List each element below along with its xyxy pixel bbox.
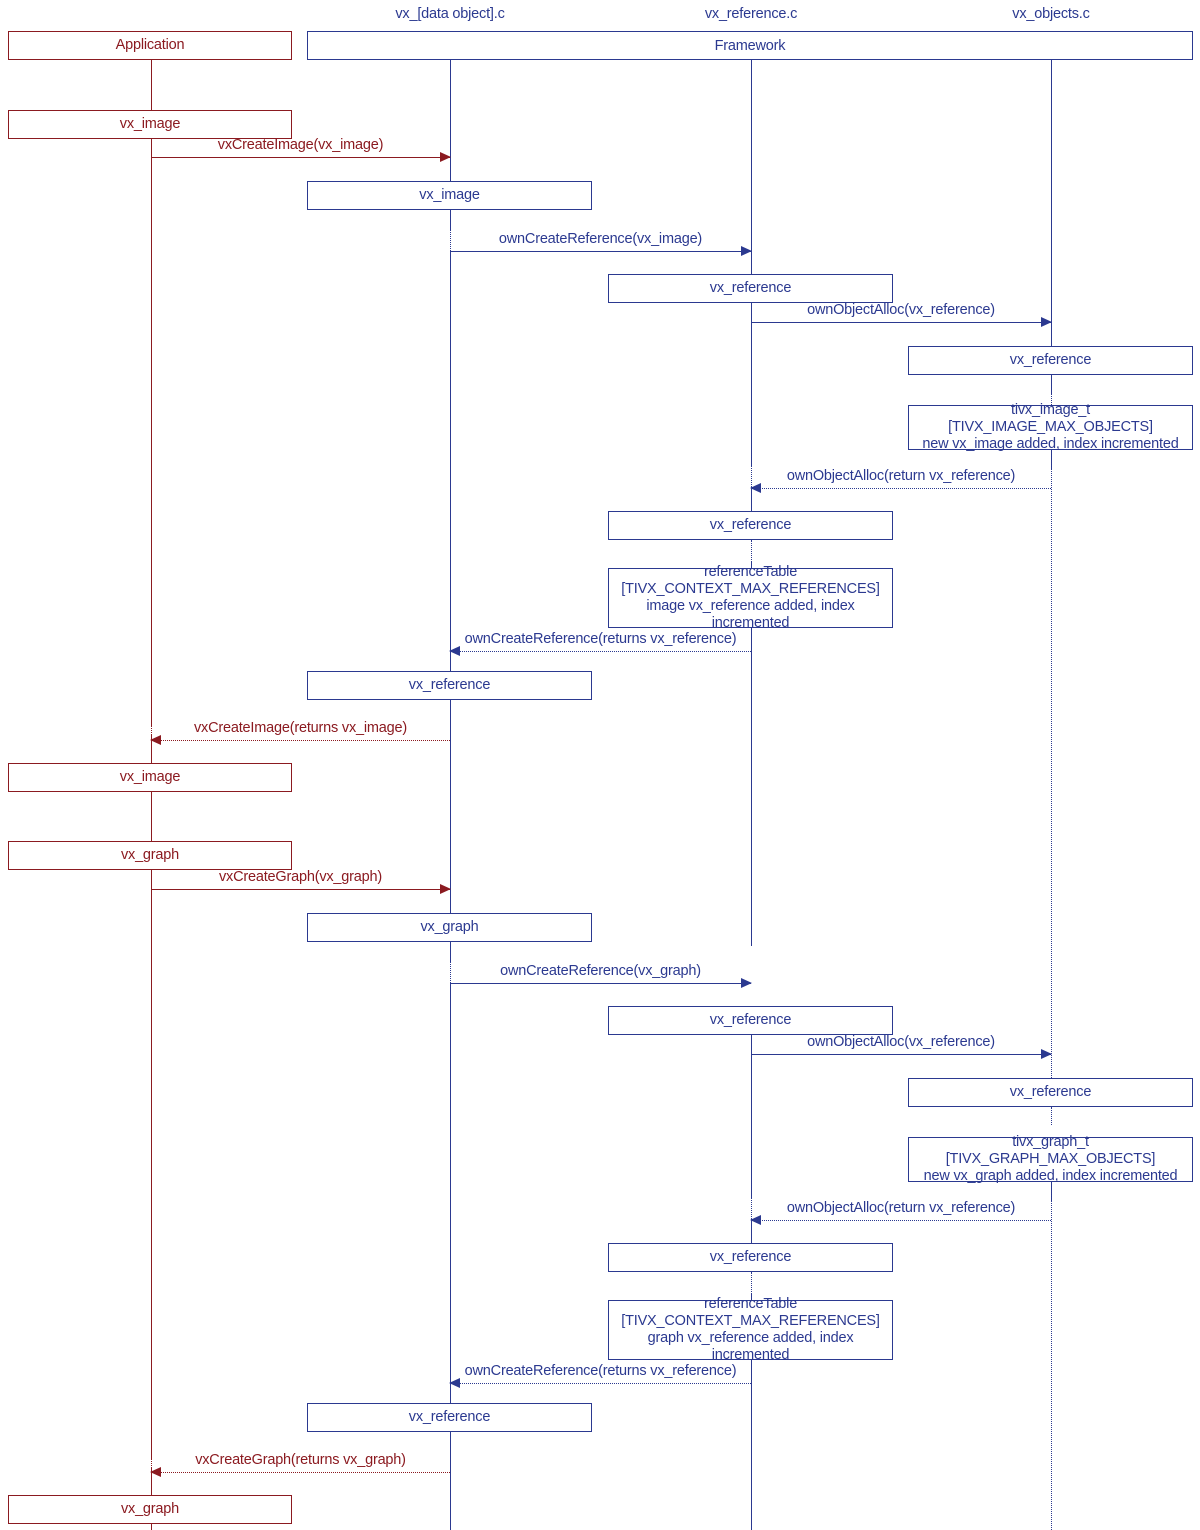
lifeline-application [151, 870, 152, 1459]
note-line-3: new vx_image added, index incremented [922, 435, 1179, 452]
lifeline-application [151, 1524, 152, 1530]
arrowhead-left-icon [150, 734, 161, 745]
message-line [751, 1054, 1051, 1055]
message-label: vxCreateImage(returns vx_image) [194, 720, 407, 736]
note-line-2: [TIVX_GRAPH_MAX_OBJECTS] [945, 1151, 1156, 1168]
object-box-obj-vx-reference-2: vx_reference [908, 1078, 1193, 1107]
lifeline-vx-reference [751, 628, 752, 946]
arrowhead-right-icon [440, 883, 451, 894]
lifeline-data-object [450, 700, 451, 913]
object-box-app-vx-graph-2: vx_graph [8, 1495, 292, 1524]
note-tivx-image-t: tivx_image_t [TIVX_IMAGE_MAX_OBJECTS] ne… [908, 402, 1193, 452]
message-line [751, 322, 1051, 323]
framework-box: Framework [307, 31, 1193, 60]
message-line [450, 1383, 751, 1384]
message-label: ownCreateReference(vx_graph) [500, 963, 701, 979]
lifeline-application [151, 792, 152, 841]
message-line [751, 488, 1051, 489]
object-box-app-vx-image-2: vx_image [8, 763, 292, 792]
note-line-2: [TIVX_CONTEXT_MAX_REFERENCES] [621, 581, 880, 598]
lifeline-data-object [450, 251, 451, 671]
lifeline-vx-objects [1051, 375, 1052, 393]
object-box-application-header: Application [8, 31, 292, 60]
message-label: ownCreateReference(returns vx_reference) [464, 1363, 737, 1379]
message-line [450, 651, 751, 652]
message-label: ownObjectAlloc(vx_reference) [807, 1034, 995, 1050]
object-box-app-vx-image-1: vx_image [8, 110, 292, 139]
lifeline-title-vx-reference: vx_reference.c [704, 6, 798, 22]
message-label: ownObjectAlloc(return vx_reference) [786, 468, 1016, 484]
note-reference-table-image: referenceTable [TIVX_CONTEXT_MAX_REFEREN… [608, 564, 893, 631]
lifeline-vx-reference [751, 1035, 752, 1197]
arrowhead-left-icon [449, 1377, 460, 1388]
object-box-ref-vx-reference-2: vx_reference [608, 511, 893, 540]
lifeline-data-object [450, 1432, 451, 1530]
message-label: ownObjectAlloc(vx_reference) [807, 302, 995, 318]
sequence-diagram: vx_[data object].c vx_reference.c vx_obj… [0, 0, 1200, 1530]
arrowhead-right-icon [741, 977, 752, 988]
message-label: ownCreateReference(vx_image) [498, 231, 703, 247]
note-line-4: incremented [711, 614, 790, 631]
message-label: ownObjectAlloc(return vx_reference) [786, 1200, 1016, 1216]
note-line-3: new vx_graph added, index incremented [923, 1167, 1178, 1184]
arrowhead-left-icon [750, 1214, 761, 1225]
lifeline-title-vx-objects: vx_objects.c [1012, 6, 1090, 22]
lifeline-vx-objects [1051, 60, 1052, 346]
note-line-3: graph vx_reference added, index [647, 1330, 854, 1346]
object-box-obj-vx-reference-1: vx_reference [908, 346, 1193, 375]
note-line-2: [TIVX_CONTEXT_MAX_REFERENCES] [621, 1313, 880, 1330]
message-line [151, 740, 450, 741]
lifeline-vx-reference [751, 303, 752, 465]
lifeline-vx-reference-dotted [751, 540, 752, 562]
note-reference-table-graph: referenceTable [TIVX_CONTEXT_MAX_REFEREN… [608, 1296, 893, 1363]
lifeline-title-data-object: vx_[data object].c [395, 6, 505, 22]
note-tivx-graph-t: tivx_graph_t [TIVX_GRAPH_MAX_OBJECTS] ne… [908, 1134, 1193, 1184]
lifeline-vx-objects-dotted [1051, 1107, 1052, 1125]
note-line-1: tivx_graph_t [1012, 1134, 1089, 1151]
lifeline-application [151, 139, 152, 726]
arrowhead-left-icon [150, 1466, 161, 1477]
arrowhead-right-icon [1041, 316, 1052, 327]
object-box-data-vx-reference-2: vx_reference [307, 1403, 592, 1432]
message-line [450, 983, 751, 984]
lifeline-vx-objects-dotted [1051, 468, 1052, 1078]
lifeline-data-object [450, 60, 451, 181]
arrowhead-left-icon [750, 482, 761, 493]
note-line-2: [TIVX_IMAGE_MAX_OBJECTS] [948, 419, 1153, 436]
object-box-data-vx-graph: vx_graph [307, 913, 592, 942]
note-line-3: image vx_reference added, index [646, 598, 855, 614]
object-box-ref-vx-reference-1: vx_reference [608, 274, 893, 303]
note-line-1: tivx_image_t [1011, 402, 1090, 419]
message-label: vxCreateGraph(vx_graph) [218, 869, 383, 885]
message-line [151, 889, 450, 890]
message-line [151, 157, 450, 158]
arrowhead-right-icon [1041, 1048, 1052, 1059]
message-label: vxCreateImage(vx_image) [217, 137, 384, 153]
framework-label: Framework [714, 37, 786, 54]
lifeline-data-object [450, 210, 451, 229]
message-line [751, 1220, 1051, 1221]
object-box-data-vx-reference-1: vx_reference [307, 671, 592, 700]
message-label: ownCreateReference(returns vx_reference) [464, 631, 737, 647]
object-box-ref-vx-reference-3: vx_reference [608, 1006, 893, 1035]
lifeline-vx-reference [751, 60, 752, 274]
message-label: vxCreateGraph(returns vx_graph) [195, 1452, 406, 1468]
lifeline-application [151, 60, 152, 113]
lifeline-data-object [450, 983, 451, 1403]
lifeline-data-object [450, 942, 451, 961]
lifeline-vx-objects-dotted [1051, 1200, 1052, 1530]
arrowhead-right-icon [440, 151, 451, 162]
lifeline-vx-reference [751, 1360, 752, 1530]
note-line-1: referenceTable [703, 564, 798, 581]
arrowhead-right-icon [741, 245, 752, 256]
arrowhead-left-icon [449, 645, 460, 656]
note-line-1: referenceTable [703, 1296, 798, 1313]
object-box-ref-vx-reference-4: vx_reference [608, 1243, 893, 1272]
object-box-data-vx-image: vx_image [307, 181, 592, 210]
note-line-4: incremented [711, 1346, 790, 1363]
object-box-app-vx-graph-1: vx_graph [8, 841, 292, 870]
message-line [151, 1472, 450, 1473]
message-line [450, 251, 751, 252]
lifeline-vx-reference-dotted [751, 1272, 752, 1294]
